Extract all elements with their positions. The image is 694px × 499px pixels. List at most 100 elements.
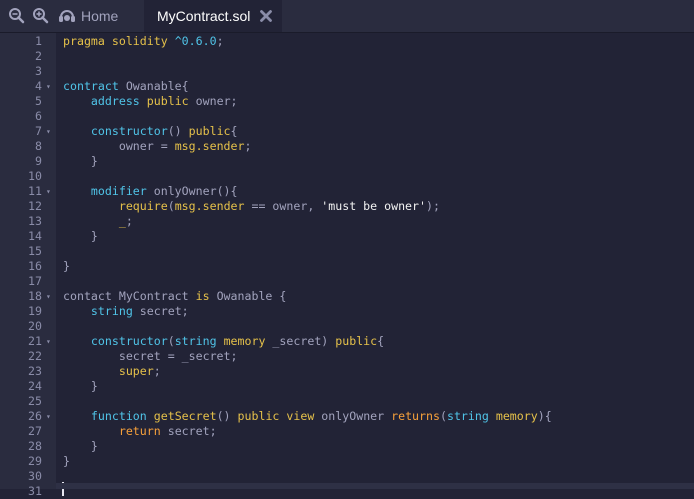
code-token: string xyxy=(90,304,133,318)
code-token: { xyxy=(377,334,385,348)
code-token: return xyxy=(118,424,161,438)
line-number: 30 xyxy=(28,469,42,483)
code-line[interactable]: 4 ▾ contract Owanable{ xyxy=(0,79,694,94)
code-text: } xyxy=(63,259,70,274)
code-token: super xyxy=(118,364,154,378)
code-token: owner; xyxy=(188,94,238,108)
code-token: ; xyxy=(216,34,224,48)
fold-arrow-icon[interactable]: ▾ xyxy=(46,334,51,349)
code-text: address public owner; xyxy=(63,94,238,109)
code-text: super; xyxy=(63,364,161,379)
fold-arrow-icon[interactable]: ▾ xyxy=(46,79,51,94)
code-text: } xyxy=(63,154,98,169)
code-token: Owanable{ xyxy=(118,79,189,93)
code-token: ){ xyxy=(537,409,552,423)
code-text: } xyxy=(63,454,70,469)
line-number: 19 xyxy=(28,304,42,318)
code-line[interactable]: 6 xyxy=(0,109,694,124)
code-line[interactable]: 2 xyxy=(0,49,694,64)
code-token: } xyxy=(63,154,98,168)
fold-arrow-icon[interactable]: ▾ xyxy=(46,124,51,139)
code-line[interactable]: 28 } xyxy=(0,439,694,454)
code-text: constructor() public{ xyxy=(63,124,238,139)
code-line[interactable]: 25 xyxy=(0,394,694,409)
line-number: 21 xyxy=(28,334,42,348)
code-token: public xyxy=(237,409,280,423)
line-number: 31 xyxy=(28,484,42,498)
code-line[interactable]: 13 _; xyxy=(0,214,694,229)
line-number: 3 xyxy=(35,64,42,78)
line-number: 13 xyxy=(28,214,42,228)
code-token: } xyxy=(63,439,98,453)
code-token: address xyxy=(90,94,140,108)
code-line[interactable]: 21 ▾ constructor(string memory _secret) p… xyxy=(0,334,694,349)
line-number: 29 xyxy=(28,454,42,468)
line-number: 20 xyxy=(28,319,42,333)
code-text: owner = msg.sender; xyxy=(63,139,252,154)
zoom-out-icon[interactable] xyxy=(7,6,27,26)
close-icon[interactable] xyxy=(259,9,273,23)
code-text: } xyxy=(63,379,98,394)
code-line[interactable]: 26 ▾ function getSecret() public view onl… xyxy=(0,409,694,424)
fold-arrow-icon[interactable]: ▾ xyxy=(46,184,51,199)
code-token: } xyxy=(63,379,98,393)
code-line[interactable]: 29} xyxy=(0,454,694,469)
code-line[interactable]: 14 } xyxy=(0,229,694,244)
code-text: contract Owanable{ xyxy=(63,79,189,94)
tab-home-label: Home xyxy=(81,8,119,24)
code-token: require xyxy=(118,199,168,213)
code-token: getSecret xyxy=(153,409,217,423)
remix-home-icon xyxy=(59,10,75,22)
code-line[interactable]: 1 pragma solidity ^0.6.0; xyxy=(0,34,694,49)
code-line[interactable]: 19 string secret; xyxy=(0,304,694,319)
code-line[interactable]: 20 xyxy=(0,319,694,334)
code-token: pragma solidity xyxy=(63,34,175,48)
code-line[interactable]: 9 } xyxy=(0,154,694,169)
code-token: public xyxy=(188,124,231,138)
tab-mycontract[interactable]: MyContract.sol xyxy=(144,0,282,32)
code-line[interactable]: 23 super; xyxy=(0,364,694,379)
code-line[interactable]: 5 address public owner; xyxy=(0,94,694,109)
code-token: } xyxy=(63,259,70,273)
code-token: msg.sender xyxy=(174,199,245,213)
horizontal-scrollbar[interactable] xyxy=(56,483,694,489)
code-line[interactable]: 17 xyxy=(0,274,694,289)
code-line[interactable]: 12 require(msg.sender == owner, 'must be… xyxy=(0,199,694,214)
code-token: modifier xyxy=(90,184,147,198)
code-token: view xyxy=(286,409,315,423)
fold-arrow-icon[interactable]: ▾ xyxy=(46,409,51,424)
code-line[interactable]: 7 ▾ constructor() public{ xyxy=(0,124,694,139)
code-token: contact MyContract xyxy=(63,289,196,303)
line-number: 25 xyxy=(28,394,42,408)
line-number: 8 xyxy=(35,139,42,153)
code-line[interactable]: 27 return secret; xyxy=(0,424,694,439)
code-text: string secret; xyxy=(63,304,189,319)
code-token: } xyxy=(63,229,98,243)
code-line[interactable]: 8 owner = msg.sender; xyxy=(0,139,694,154)
code-line[interactable]: 15 xyxy=(0,244,694,259)
code-line[interactable]: 22 secret = _secret; xyxy=(0,349,694,364)
line-number: 18 xyxy=(28,289,42,303)
code-token: owner = xyxy=(63,139,175,153)
code-line[interactable]: 24 } xyxy=(0,379,694,394)
code-text: constructor(string memory _secret) publi… xyxy=(63,334,384,349)
code-line[interactable]: 3 xyxy=(0,64,694,79)
code-text: secret = _secret; xyxy=(63,349,238,364)
code-line[interactable]: 10 xyxy=(0,169,694,184)
code-line[interactable]: 18 ▾ contact MyContract is Owanable { xyxy=(0,289,694,304)
fold-arrow-icon[interactable]: ▾ xyxy=(46,289,51,304)
code-line[interactable]: 11 ▾ modifier onlyOwner(){ xyxy=(0,184,694,199)
code-line[interactable]: 30 xyxy=(0,469,694,484)
line-number: 27 xyxy=(28,424,42,438)
line-number: 17 xyxy=(28,274,42,288)
zoom-in-icon[interactable] xyxy=(31,6,51,26)
code-line[interactable]: 16} xyxy=(0,259,694,274)
tab-home[interactable]: Home xyxy=(58,0,118,32)
line-number: 12 xyxy=(28,199,42,213)
line-number: 4 xyxy=(35,79,42,93)
